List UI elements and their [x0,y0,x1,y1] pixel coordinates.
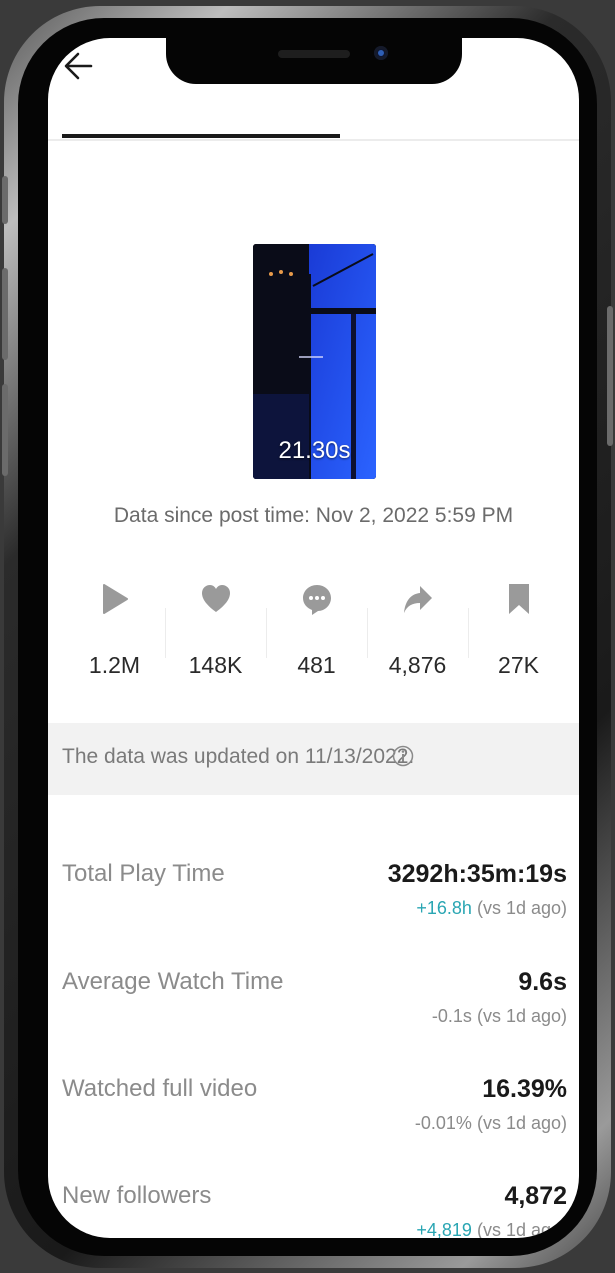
stat-value: 1.2M [88,652,141,678]
back-button[interactable] [60,46,100,86]
metric-value: 9.6s [518,968,567,996]
stat-saves: 27K [468,568,569,688]
metric-delta: -0.01% (vs 1d ago) [415,1113,567,1134]
metric-delta: +16.8h (vs 1d ago) [416,898,567,919]
tab-indicator[interactable] [62,134,340,138]
volume-up-button [2,268,8,360]
post-time-text: Data since post time: Nov 2, 2022 5:59 P… [113,504,514,527]
update-notice-text: The data was updated on 11/13/2022. [62,745,415,768]
metric-delta-value: +16.8h [416,898,472,918]
stat-comments: 481 [266,568,367,688]
metric-delta-value: +4,819 [416,1220,472,1238]
bookmark-icon [508,584,529,614]
stat-value: 481 [297,652,336,678]
volume-down-button [2,384,8,476]
metric-delta-suffix: (vs 1d ago) [476,1006,567,1026]
info-icon[interactable] [392,745,414,767]
metric-label: Watched full video [62,1075,258,1102]
metric-label: New followers [62,1182,212,1209]
mute-switch [2,176,8,224]
update-notice-bar: The data was updated on 11/13/2022. [48,723,579,795]
share-icon [403,586,432,613]
metric-value: 4,872 [504,1182,567,1210]
metric-total-play-time: Total Play Time 3292h:35m:19s +16.8h (vs… [48,860,579,960]
speaker-grille [278,50,350,58]
metric-delta-suffix: (vs 1d ago) [476,1220,567,1238]
play-icon [102,584,128,614]
app-screen: 21.30s Data since post time: Nov 2, 2022… [48,38,579,1238]
stat-value: 4,876 [388,652,447,678]
comment-icon [302,585,331,615]
power-button [607,306,613,446]
stat-value: 27K [498,652,539,678]
metric-delta: -0.1s (vs 1d ago) [432,1006,567,1027]
metric-label: Total Play Time [62,860,225,887]
video-duration: 21.30s [278,437,351,464]
notch [166,38,462,84]
metric-delta-value: -0.01% [414,1113,472,1133]
front-camera [374,46,388,60]
stat-value: 148K [188,652,243,678]
tab-bar [48,139,579,141]
metric-delta-suffix: (vs 1d ago) [476,898,567,918]
metric-value: 16.39% [482,1075,567,1103]
metric-new-followers: New followers 4,872 +4,819 (vs 1d ago) [48,1182,579,1238]
metric-delta-suffix: (vs 1d ago) [476,1113,567,1133]
heart-icon [201,585,230,612]
stat-shares: 4,876 [367,568,468,688]
metric-delta-value: -0.1s [431,1006,472,1026]
metric-watched-full-video: Watched full video 16.39% -0.01% (vs 1d … [48,1075,579,1175]
metric-delta: +4,819 (vs 1d ago) [416,1220,567,1238]
stat-views: 1.2M [64,568,165,688]
arrow-left-icon [64,52,93,80]
stat-likes: 148K [165,568,266,688]
video-thumbnail[interactable]: 21.30s [253,244,376,479]
engagement-stats: 1.2M 148K 481 4,876 27K [64,568,569,688]
metric-label: Average Watch Time [62,968,284,995]
metric-average-watch-time: Average Watch Time 9.6s -0.1s (vs 1d ago… [48,968,579,1068]
metric-value: 3292h:35m:19s [387,860,567,888]
